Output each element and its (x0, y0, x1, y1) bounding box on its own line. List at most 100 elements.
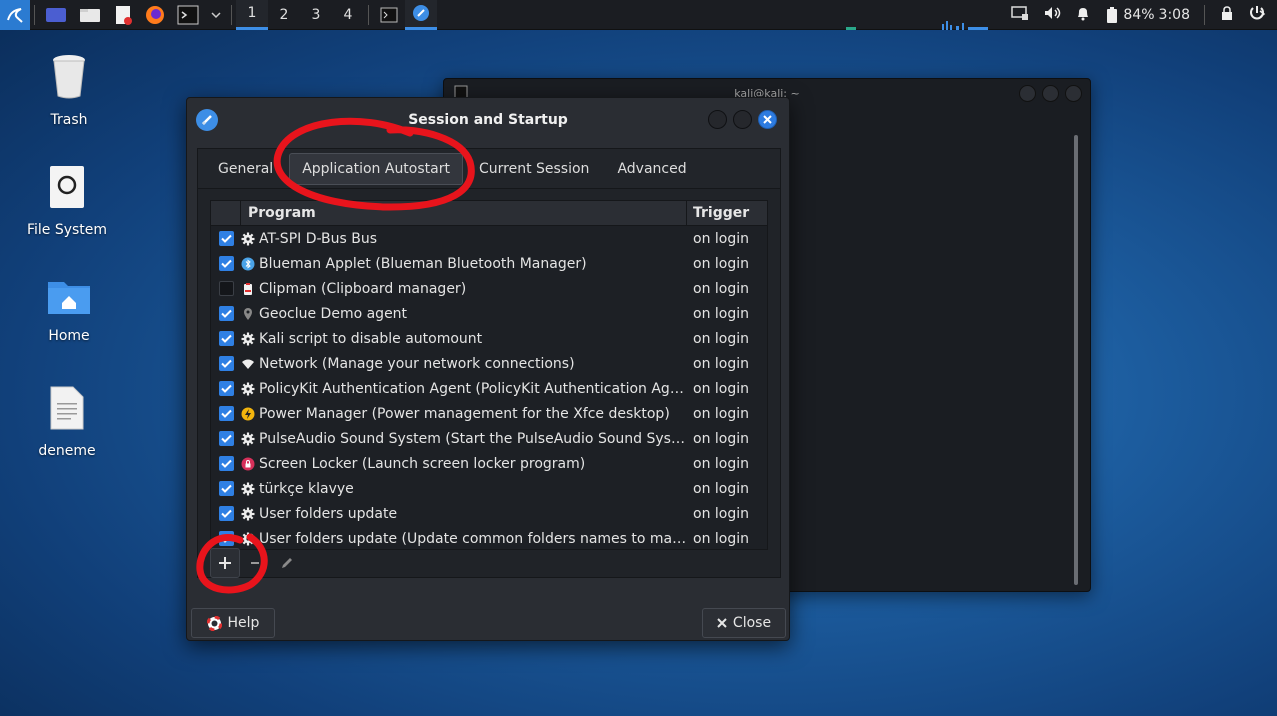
tab-application-autostart[interactable]: Application Autostart (289, 152, 463, 185)
enable-checkbox[interactable] (218, 381, 234, 396)
terminal-minimize-button[interactable] (1019, 85, 1036, 102)
firefox-icon[interactable] (139, 0, 171, 30)
workspace-2[interactable]: 2 (268, 0, 300, 30)
trigger-cell[interactable]: on login (687, 231, 767, 247)
task-terminal[interactable] (373, 0, 405, 30)
table-row[interactable]: User folders update (Update common folde… (211, 526, 767, 549)
enable-checkbox[interactable] (218, 356, 234, 371)
minimize-button[interactable] (708, 110, 727, 129)
table-row[interactable]: Blueman Applet (Blueman Bluetooth Manage… (211, 251, 767, 276)
workspace-1[interactable]: 1 (236, 0, 268, 30)
tab-advanced[interactable]: Advanced (605, 153, 698, 185)
desktop-icon-home[interactable]: Home (14, 276, 124, 344)
add-button[interactable] (210, 548, 240, 578)
enable-checkbox[interactable] (218, 331, 234, 346)
trigger-cell[interactable]: on login (687, 281, 767, 297)
terminal-maximize-button[interactable] (1042, 85, 1059, 102)
program-name: Kali script to disable automount (259, 330, 483, 347)
row-checkbox-cell (211, 331, 241, 346)
tab-general[interactable]: General (206, 153, 285, 185)
logout-icon[interactable] (1249, 5, 1267, 25)
terminal-close-button[interactable] (1065, 85, 1082, 102)
desktop-icon-label: Trash (50, 112, 88, 128)
header-program[interactable]: Program (241, 201, 687, 225)
dialog-titlebar[interactable]: Session and Startup (187, 98, 789, 142)
close-window-button[interactable] (758, 110, 777, 129)
table-row[interactable]: Screen Locker (Launch screen locker prog… (211, 451, 767, 476)
volume-icon[interactable] (1043, 5, 1061, 25)
gear-icon (241, 507, 255, 521)
table-row[interactable]: Network (Manage your network connections… (211, 351, 767, 376)
enable-checkbox[interactable] (218, 481, 234, 496)
row-checkbox-cell (211, 456, 241, 471)
terminal-scrollbar[interactable] (1074, 135, 1078, 585)
enable-checkbox[interactable] (218, 406, 234, 421)
tab-current-session[interactable]: Current Session (467, 153, 601, 185)
table-row[interactable]: Kali script to disable automount on login (211, 326, 767, 351)
trigger-cell[interactable]: on login (687, 481, 767, 497)
enable-checkbox[interactable] (218, 456, 234, 471)
table-row[interactable]: türkçe klavye on login (211, 476, 767, 501)
desktop-icon-file-system[interactable]: File System (12, 164, 122, 238)
help-button[interactable]: Help (191, 608, 275, 638)
enable-checkbox[interactable] (218, 431, 234, 446)
kali-menu-icon[interactable] (0, 0, 30, 30)
trigger-cell[interactable]: on login (687, 356, 767, 372)
table-row[interactable]: Geoclue Demo agent on login (211, 301, 767, 326)
trigger-cell[interactable]: on login (687, 456, 767, 472)
trigger-cell[interactable]: on login (687, 406, 767, 422)
clock[interactable]: 3:08 (1159, 7, 1190, 23)
file-manager-icon[interactable] (73, 0, 107, 30)
program-cell: türkçe klavye (241, 481, 687, 497)
program-name: Geoclue Demo agent (259, 305, 408, 322)
enable-checkbox[interactable] (218, 256, 234, 271)
show-desktop-icon[interactable] (39, 0, 73, 30)
enable-checkbox[interactable] (218, 506, 234, 521)
trigger-cell[interactable]: on login (687, 256, 767, 272)
header-trigger[interactable]: Trigger (687, 201, 767, 225)
terminal-launcher-icon[interactable] (171, 0, 205, 30)
text-editor-icon[interactable] (107, 0, 139, 30)
minus-icon (251, 562, 259, 564)
notification-bell-icon[interactable] (1075, 5, 1091, 25)
desktop-icon-label: Home (48, 328, 90, 344)
trigger-cell[interactable]: on login (687, 506, 767, 522)
task-session-startup[interactable] (405, 0, 437, 30)
trigger-cell[interactable]: on login (687, 431, 767, 447)
maximize-button[interactable] (733, 110, 752, 129)
battery-indicator[interactable]: 84% 3:08 (1105, 6, 1190, 24)
desktop-icon-trash[interactable]: Trash (14, 52, 124, 128)
table-row[interactable]: AT-SPI D-Bus Bus on login (211, 226, 767, 251)
chevron-down-icon[interactable] (205, 0, 227, 30)
enable-checkbox[interactable] (218, 281, 234, 296)
desktop-icon-label: deneme (38, 443, 96, 459)
gear-icon (241, 382, 255, 396)
session-startup-dialog: Session and Startup General Application … (186, 97, 790, 641)
trigger-cell[interactable]: on login (687, 331, 767, 347)
table-row[interactable]: User folders update on login (211, 501, 767, 526)
workspace-3[interactable]: 3 (300, 0, 332, 30)
desktop-icon-deneme[interactable]: deneme (12, 385, 122, 459)
workspace-4[interactable]: 4 (332, 0, 364, 30)
enable-checkbox[interactable] (218, 306, 234, 321)
autostart-toolbar (210, 548, 768, 578)
enable-checkbox[interactable] (218, 531, 234, 546)
location-icon (241, 307, 255, 321)
trigger-cell[interactable]: on login (687, 381, 767, 397)
display-icon[interactable] (1011, 5, 1029, 25)
table-row[interactable]: Clipman (Clipboard manager) on login (211, 276, 767, 301)
program-name: PulseAudio Sound System (Start the Pulse… (259, 430, 687, 447)
edit-button[interactable] (272, 548, 302, 578)
trigger-cell[interactable]: on login (687, 306, 767, 322)
table-row[interactable]: PolicyKit Authentication Agent (PolicyKi… (211, 376, 767, 401)
close-button[interactable]: Close (702, 608, 786, 638)
trigger-cell[interactable]: on login (687, 531, 767, 547)
table-row[interactable]: Power Manager (Power management for the … (211, 401, 767, 426)
gear-icon (241, 332, 255, 346)
top-panel: 1 2 3 4 84% 3:08 (0, 0, 1277, 30)
lock-screen-icon[interactable] (1219, 5, 1235, 25)
panel-separator (231, 4, 232, 25)
remove-button[interactable] (240, 548, 270, 578)
table-row[interactable]: PulseAudio Sound System (Start the Pulse… (211, 426, 767, 451)
enable-checkbox[interactable] (218, 231, 234, 246)
